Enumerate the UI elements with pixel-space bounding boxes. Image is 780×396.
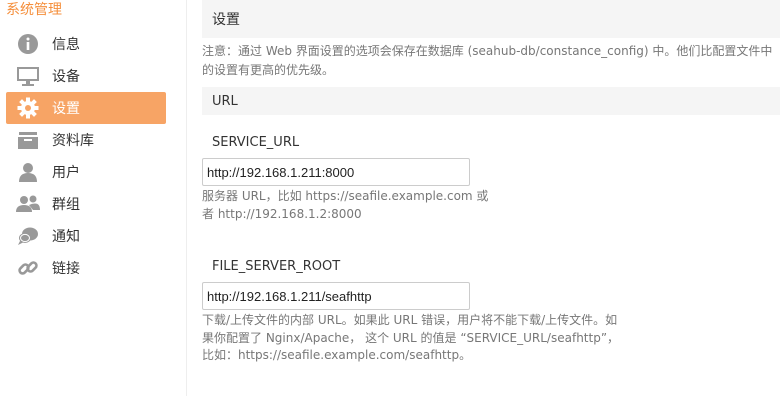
setting-help: 下载/上传文件的内部 URL。如果此 URL 错误，用户将不能下载/上传文件。如…: [202, 313, 620, 362]
file-server-root-input[interactable]: [202, 282, 470, 310]
sidebar-title: 系统管理: [6, 2, 62, 18]
sidebar: 系统管理 信息 设备 设置 资料库 用户 群组 通知 链接: [0, 0, 187, 396]
setting-help: 服务器 URL，比如 https://seafile.example.com 或…: [202, 189, 489, 221]
library-icon: [16, 128, 40, 152]
sidebar-item-notifications[interactable]: 通知: [6, 220, 166, 252]
monitor-icon: [16, 64, 40, 88]
notification-icon: [16, 224, 40, 248]
sidebar-item-info[interactable]: 信息: [6, 28, 166, 60]
sidebar-item-settings[interactable]: 设置: [6, 92, 166, 124]
section-heading-url: URL: [202, 87, 780, 115]
sidebar-item-label: 通知: [52, 229, 80, 245]
sidebar-item-devices[interactable]: 设备: [6, 60, 166, 92]
sidebar-item-label: 资料库: [52, 133, 94, 149]
setting-name: FILE_SERVER_ROOT: [212, 259, 341, 274]
sidebar-item-label: 信息: [52, 37, 80, 53]
sidebar-item-users[interactable]: 用户: [6, 156, 166, 188]
gear-icon: [16, 96, 40, 120]
sidebar-item-links[interactable]: 链接: [6, 252, 166, 284]
sidebar-item-libraries[interactable]: 资料库: [6, 124, 166, 156]
link-icon: [16, 256, 40, 280]
setting-file-server-root: FILE_SERVER_ROOT 下载/上传文件的内部 URL。如果此 URL …: [202, 259, 780, 365]
setting-service-url: SERVICE_URL 服务器 URL，比如 https://seafile.e…: [202, 135, 780, 223]
info-icon: [16, 32, 40, 56]
sidebar-item-label: 用户: [52, 165, 80, 181]
sidebar-item-label: 设备: [52, 69, 80, 85]
service-url-input[interactable]: [202, 158, 470, 186]
sidebar-item-label: 设置: [52, 101, 80, 117]
sidebar-item-label: 群组: [52, 197, 80, 213]
page-title: 设置: [202, 0, 780, 38]
settings-main: 设置 注意：通过 Web 界面设置的选项会保存在数据库 (seahub-db/c…: [202, 0, 780, 396]
sidebar-nav: 信息 设备 设置 资料库 用户 群组 通知 链接: [6, 28, 166, 284]
user-icon: [16, 160, 40, 184]
sidebar-item-label: 链接: [52, 261, 80, 277]
setting-name: SERVICE_URL: [212, 135, 300, 150]
sidebar-item-groups[interactable]: 群组: [6, 188, 166, 220]
settings-note: 注意：通过 Web 界面设置的选项会保存在数据库 (seahub-db/cons…: [202, 44, 773, 77]
group-icon: [16, 192, 40, 216]
